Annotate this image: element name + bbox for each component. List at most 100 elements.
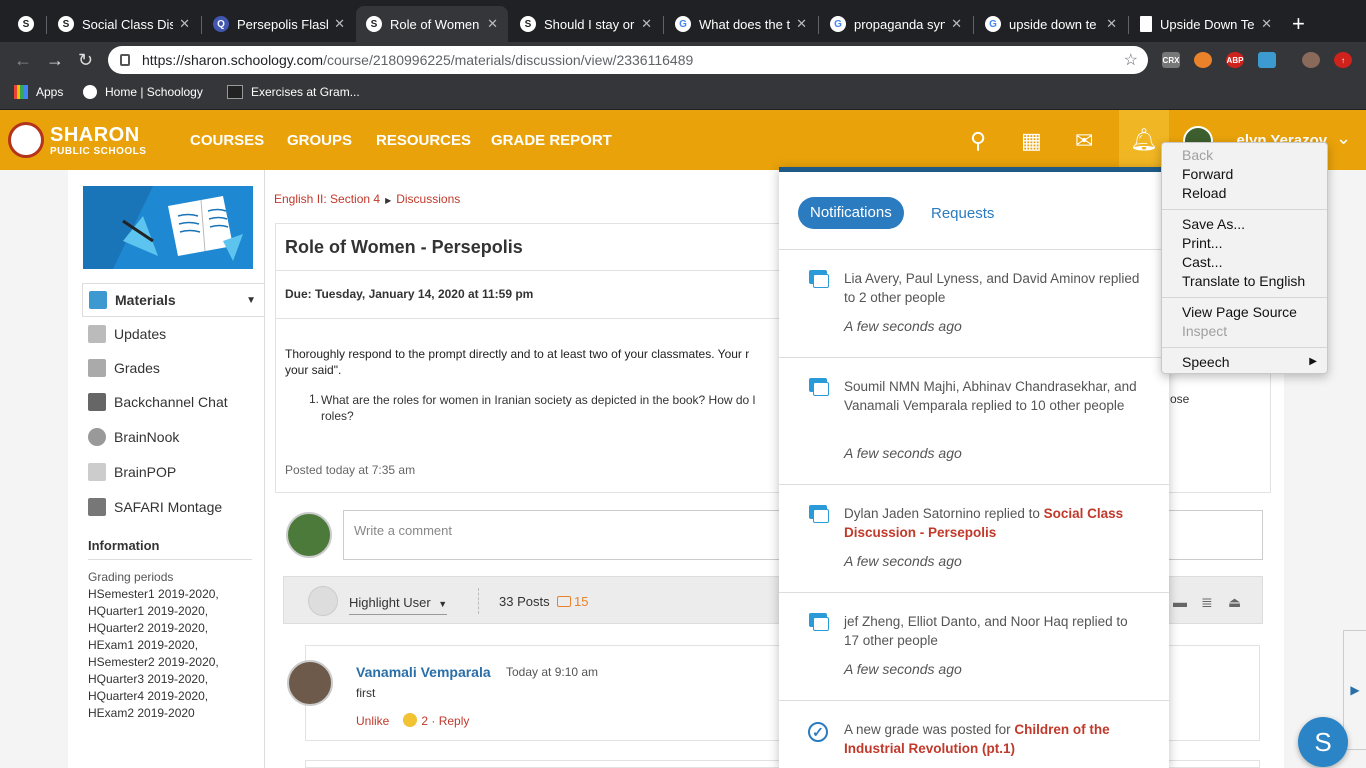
chevron-right-icon: ▶	[1350, 683, 1360, 697]
notification-item[interactable]: Dylan Jaden Satornino replied to Social …	[779, 485, 1169, 593]
menu-item-save-as[interactable]: Save As...	[1182, 216, 1245, 232]
reload-icon[interactable]: ↻	[78, 50, 93, 70]
browser-tab[interactable]: G upside down te ✕	[975, 6, 1127, 42]
bookmark-label: Apps	[36, 85, 64, 99]
mail-icon[interactable]: ✉	[1075, 128, 1093, 154]
sidebar-item-grades[interactable]: Grades	[82, 351, 264, 385]
breadcrumb-discussions-link[interactable]: Discussions	[396, 192, 460, 206]
menu-item-print[interactable]: Print...	[1182, 235, 1222, 251]
avatar[interactable]	[287, 660, 333, 706]
reply-actions: Unlike 2 · Reply	[356, 713, 469, 728]
tab-requests[interactable]: Requests	[931, 205, 994, 222]
notification-item[interactable]: Soumil NMN Majhi, Abhinav Chandrasekhar,…	[779, 358, 1169, 485]
sidebar-item-materials[interactable]: Materials ▼	[82, 283, 264, 317]
highlight-user-dropdown[interactable]: Highlight User ▼	[349, 595, 448, 615]
breadcrumb-arrow-icon: ▶	[385, 196, 392, 205]
browser-tab[interactable]: G What does the t ✕	[665, 6, 817, 42]
browser-tab[interactable]: S	[8, 6, 46, 42]
search-icon[interactable]: ⚲	[970, 128, 986, 154]
chat-icon	[88, 393, 106, 411]
menu-item-view-source[interactable]: View Page Source	[1182, 304, 1297, 320]
update-icon[interactable]: ↑	[1334, 52, 1352, 68]
sidebar-item-backchannel-chat[interactable]: Backchannel Chat	[82, 385, 264, 419]
browser-tab-strip: S S Social Class Dis ✕ Q Persepolis Flas…	[0, 0, 1366, 48]
like-count[interactable]: 2	[421, 714, 428, 728]
notification-item[interactable]: Lia Avery, Paul Lyness, and David Aminov…	[779, 250, 1169, 358]
document-icon	[1140, 16, 1152, 32]
extension-crx-icon[interactable]: CRX	[1162, 52, 1180, 68]
school-seal-icon	[8, 122, 44, 158]
nav-courses[interactable]: COURSES	[190, 132, 264, 149]
calendar-icon[interactable]: ▦	[1021, 128, 1042, 154]
help-chat-button[interactable]: S	[1298, 717, 1348, 767]
logo-text: SHARON	[50, 124, 140, 146]
browser-tab[interactable]: S Should I stay or ✕	[510, 6, 662, 42]
highlight-user-label: Highlight User	[349, 595, 431, 610]
school-logo[interactable]: SHARON PUBLIC SCHOOLS	[8, 122, 146, 158]
side-panel-toggle[interactable]: ▶	[1343, 630, 1366, 750]
chevron-down-icon[interactable]: ⌄	[1336, 128, 1351, 149]
course-image[interactable]	[83, 186, 253, 269]
tab-notifications[interactable]: Notifications	[798, 197, 904, 229]
extension-owl-icon[interactable]	[1194, 52, 1212, 68]
browser-tab[interactable]: Q Persepolis Flash ✕	[203, 6, 355, 42]
browser-tab[interactable]: S Social Class Dis ✕	[48, 6, 200, 42]
menu-item-cast[interactable]: Cast...	[1182, 254, 1222, 270]
notification-item[interactable]: jef Zheng, Elliot Danto, and Noor Haq re…	[779, 593, 1169, 701]
close-tab-icon[interactable]: ✕	[334, 16, 345, 32]
forward-arrow-icon[interactable]: →	[46, 50, 64, 70]
browser-tab[interactable]: Upside Down Te ✕	[1130, 6, 1282, 42]
new-posts-badge[interactable]: 15	[557, 594, 588, 609]
close-tab-icon[interactable]: ✕	[951, 16, 962, 32]
profile-avatar-icon[interactable]	[1302, 52, 1320, 68]
close-tab-icon[interactable]: ✕	[641, 16, 652, 32]
close-tab-icon[interactable]: ✕	[1106, 16, 1117, 32]
nav-resources[interactable]: RESOURCES	[376, 132, 471, 149]
bookmark-star-icon[interactable]: ☆	[1124, 50, 1138, 70]
menu-item-forward[interactable]: Forward	[1182, 166, 1233, 182]
sidebar-item-updates[interactable]: Updates	[82, 317, 264, 351]
sidebar-item-safari-montage[interactable]: SAFARI Montage	[82, 490, 264, 524]
close-tab-icon[interactable]: ✕	[179, 16, 190, 32]
menu-item-reload[interactable]: Reload	[1182, 185, 1226, 201]
close-tab-icon[interactable]: ✕	[796, 16, 807, 32]
bookmark-exercises[interactable]: Exercises at Gram...	[227, 85, 360, 99]
bookmark-home-schoology[interactable]: Home | Schoology	[83, 85, 203, 99]
bookmark-apps[interactable]: Apps	[14, 85, 63, 99]
sidebar-item-brainpop[interactable]: BrainPOP	[82, 455, 264, 489]
discussion-reply-icon	[809, 378, 829, 396]
notification-item[interactable]: ✓ A new grade was posted for Children of…	[779, 701, 1169, 768]
gb-icon	[227, 85, 243, 99]
tab-title: Persepolis Flash	[237, 16, 329, 32]
view-list-icon[interactable]: ≣	[1201, 594, 1213, 611]
unlike-link[interactable]: Unlike	[356, 714, 389, 728]
address-bar[interactable]: https://sharon.schoology.com/course/2180…	[108, 46, 1148, 74]
close-tab-icon[interactable]: ✕	[487, 16, 498, 32]
sidebar-item-label: BrainNook	[114, 429, 180, 445]
notification-text: A new grade was posted for Children of t…	[844, 720, 1144, 758]
close-tab-icon[interactable]: ✕	[1261, 16, 1272, 32]
breadcrumb-course-link[interactable]: English II: Section 4	[274, 192, 380, 206]
reply-author[interactable]: Vanamali Vemparala	[356, 664, 491, 680]
sidebar-item-label: Backchannel Chat	[114, 394, 228, 410]
browser-tab[interactable]: G propaganda syn ✕	[820, 6, 972, 42]
grading-periods-label: Grading periods	[88, 570, 174, 584]
back-arrow-icon[interactable]: ←	[14, 50, 32, 70]
notification-message: Dylan Jaden Satornino replied to	[844, 506, 1044, 521]
sidebar-item-brainnook[interactable]: BrainNook	[82, 420, 264, 454]
view-expand-icon[interactable]: ⏏	[1228, 594, 1241, 611]
new-tab-button[interactable]: +	[1292, 12, 1305, 36]
menu-item-translate[interactable]: Translate to English	[1182, 273, 1305, 289]
browser-tab-active[interactable]: S Role of Women ✕	[356, 6, 508, 42]
nav-grade-report[interactable]: GRADE REPORT	[491, 132, 612, 149]
notification-message: Soumil NMN Majhi, Abhinav Chandrasekhar,…	[844, 379, 1137, 413]
extension-blue-icon[interactable]	[1258, 52, 1276, 68]
like-smiley-icon	[403, 713, 418, 727]
view-collapsed-icon[interactable]: ▬	[1173, 594, 1187, 610]
adblock-icon[interactable]: ABP	[1226, 52, 1244, 68]
menu-item-speech[interactable]: Speech	[1182, 354, 1229, 370]
caret-down-icon: ▼	[438, 599, 448, 609]
notification-time: A few seconds ago	[844, 553, 962, 569]
nav-groups[interactable]: GROUPS	[287, 132, 352, 149]
reply-link[interactable]: · Reply	[431, 714, 469, 728]
